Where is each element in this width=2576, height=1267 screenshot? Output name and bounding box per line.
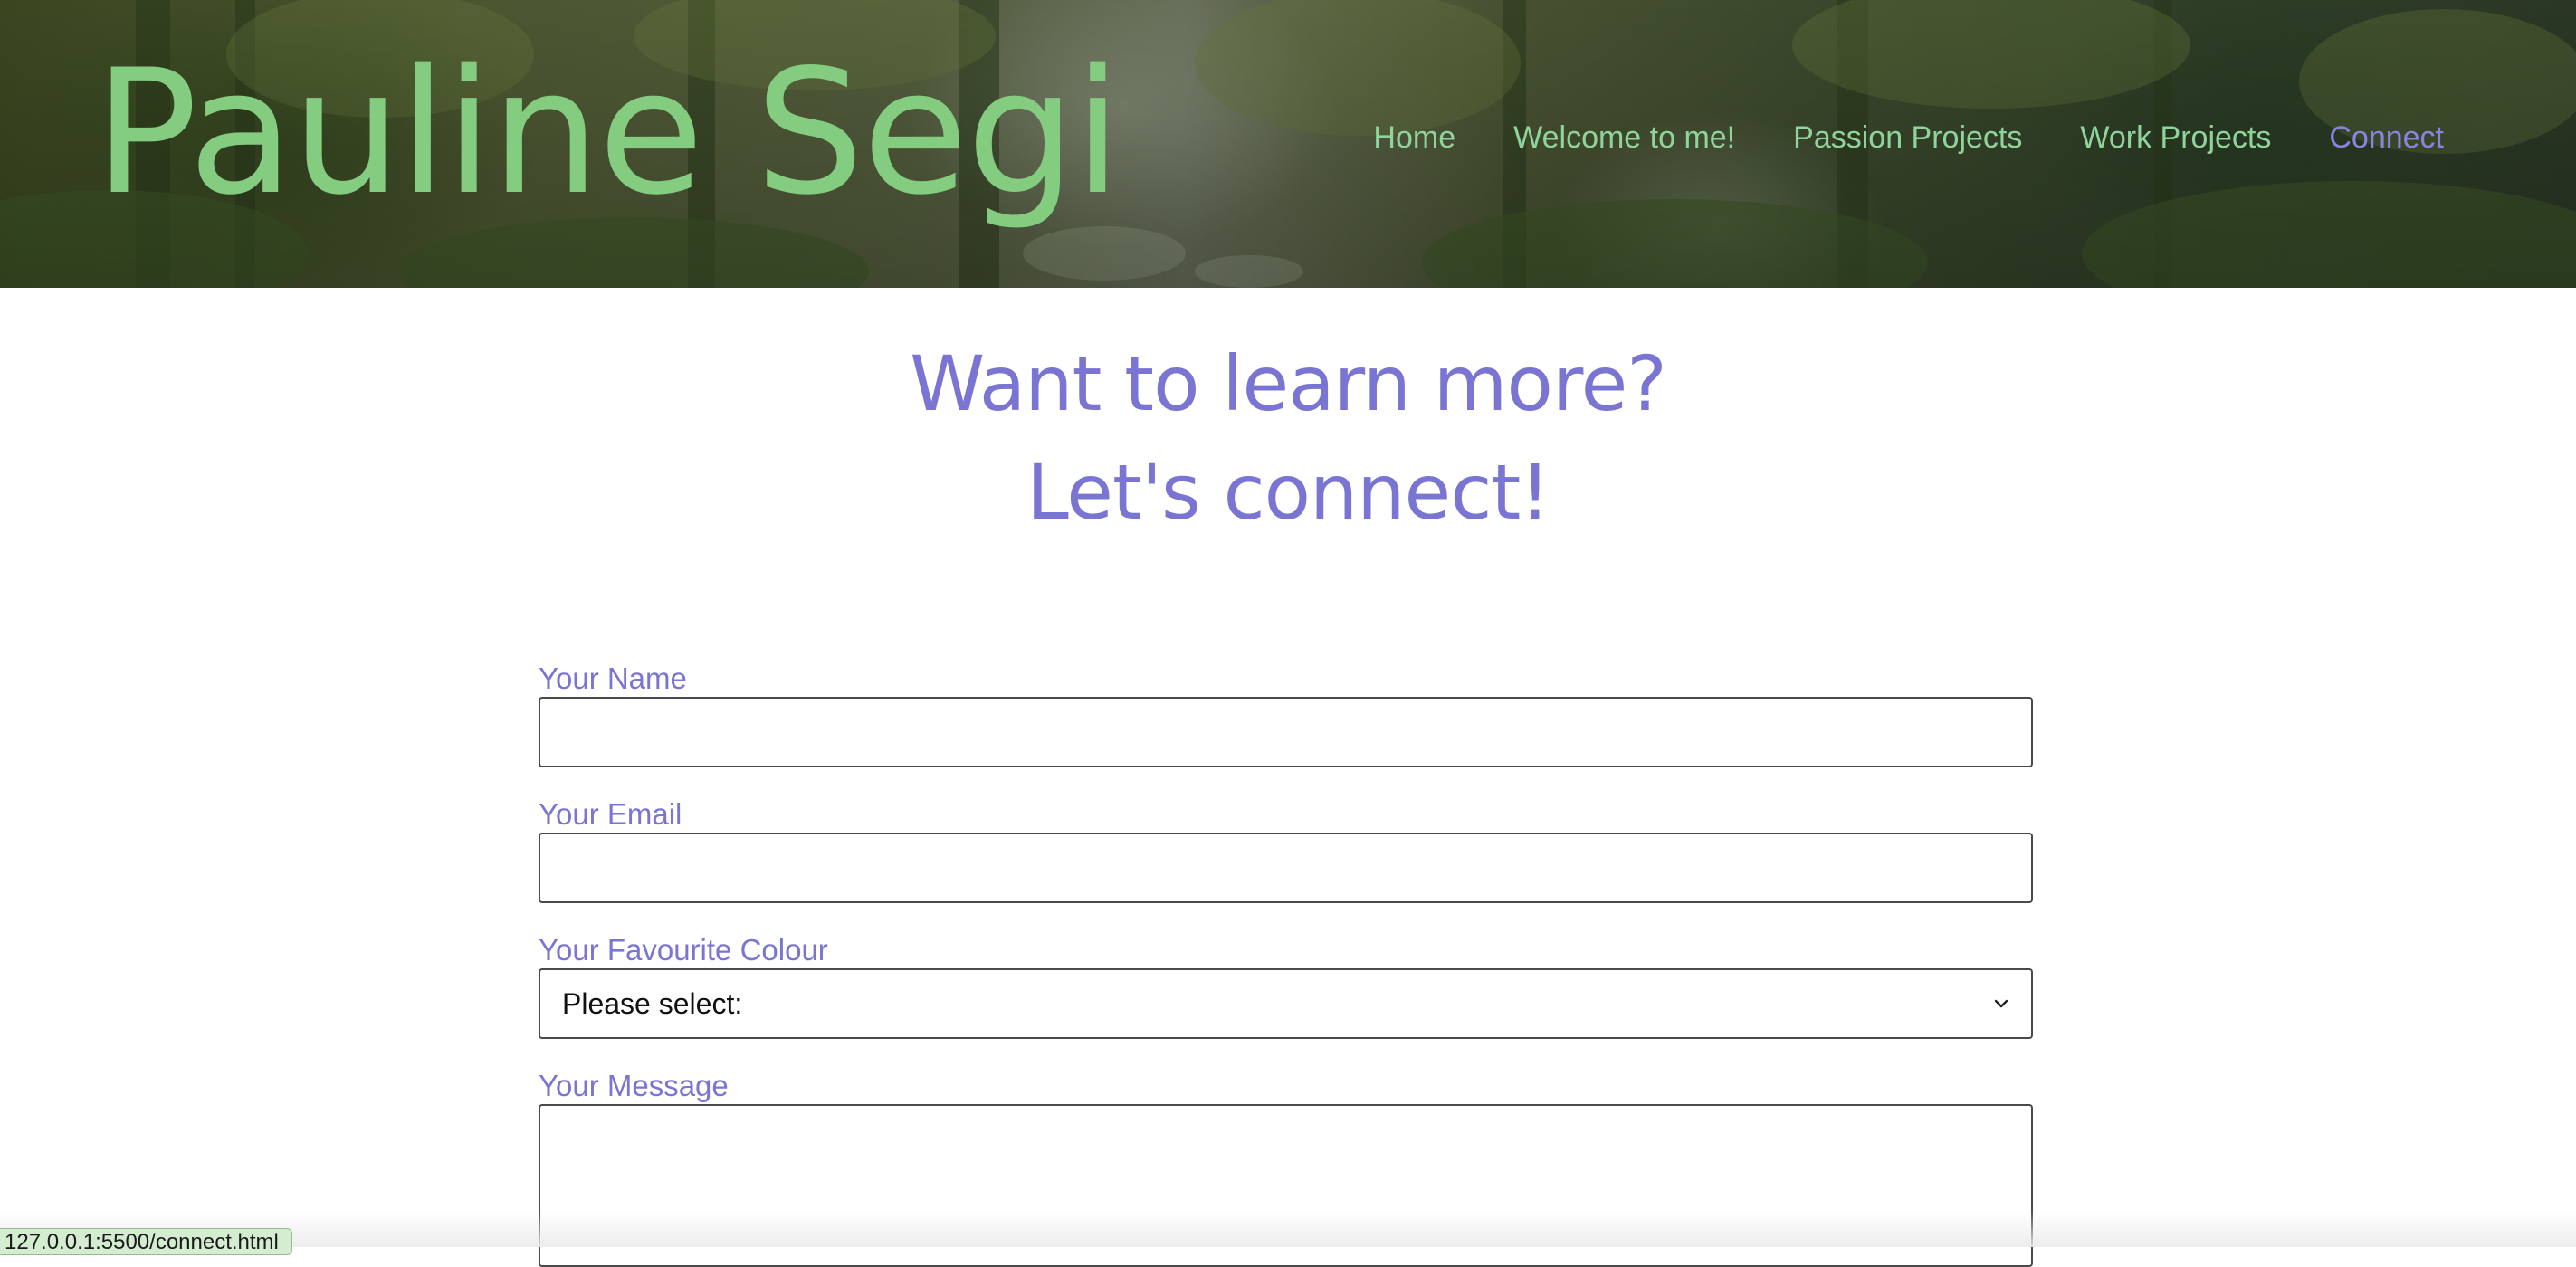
site-header: Pauline Segi Home Welcome to me! Passion… (0, 0, 2576, 288)
nav-link-work-projects[interactable]: Work Projects (2080, 120, 2271, 156)
email-input[interactable] (539, 833, 2033, 903)
nav-link-welcome[interactable]: Welcome to me! (1513, 120, 1735, 156)
page-heading-line-2: Let's connect! (1026, 448, 1550, 537)
message-textarea[interactable] (539, 1104, 2033, 1267)
page-heading-line-1: Want to learn more? (910, 339, 1667, 428)
contact-form: Your Name Your Email Your Favourite Colo… (539, 661, 2033, 1267)
colour-label: Your Favourite Colour (539, 933, 828, 967)
name-input[interactable] (539, 697, 2033, 767)
email-label: Your Email (539, 797, 682, 831)
link-preview-url: 127.0.0.1:5500/connect.html (0, 1228, 292, 1255)
colour-select-value: Please select: (562, 986, 743, 1020)
nav-link-home[interactable]: Home (1373, 120, 1455, 156)
nav-link-passion-projects[interactable]: Passion Projects (1793, 120, 2022, 156)
nav-link-connect[interactable]: Connect (2329, 120, 2444, 156)
colour-select[interactable]: Please select: (539, 968, 2033, 1039)
name-label: Your Name (539, 662, 687, 695)
chevron-down-icon (1994, 999, 2008, 1008)
main-nav: Home Welcome to me! Passion Projects Wor… (1373, 120, 2444, 156)
site-title: Pauline Segi (94, 33, 1121, 233)
message-label: Your Message (539, 1069, 729, 1102)
